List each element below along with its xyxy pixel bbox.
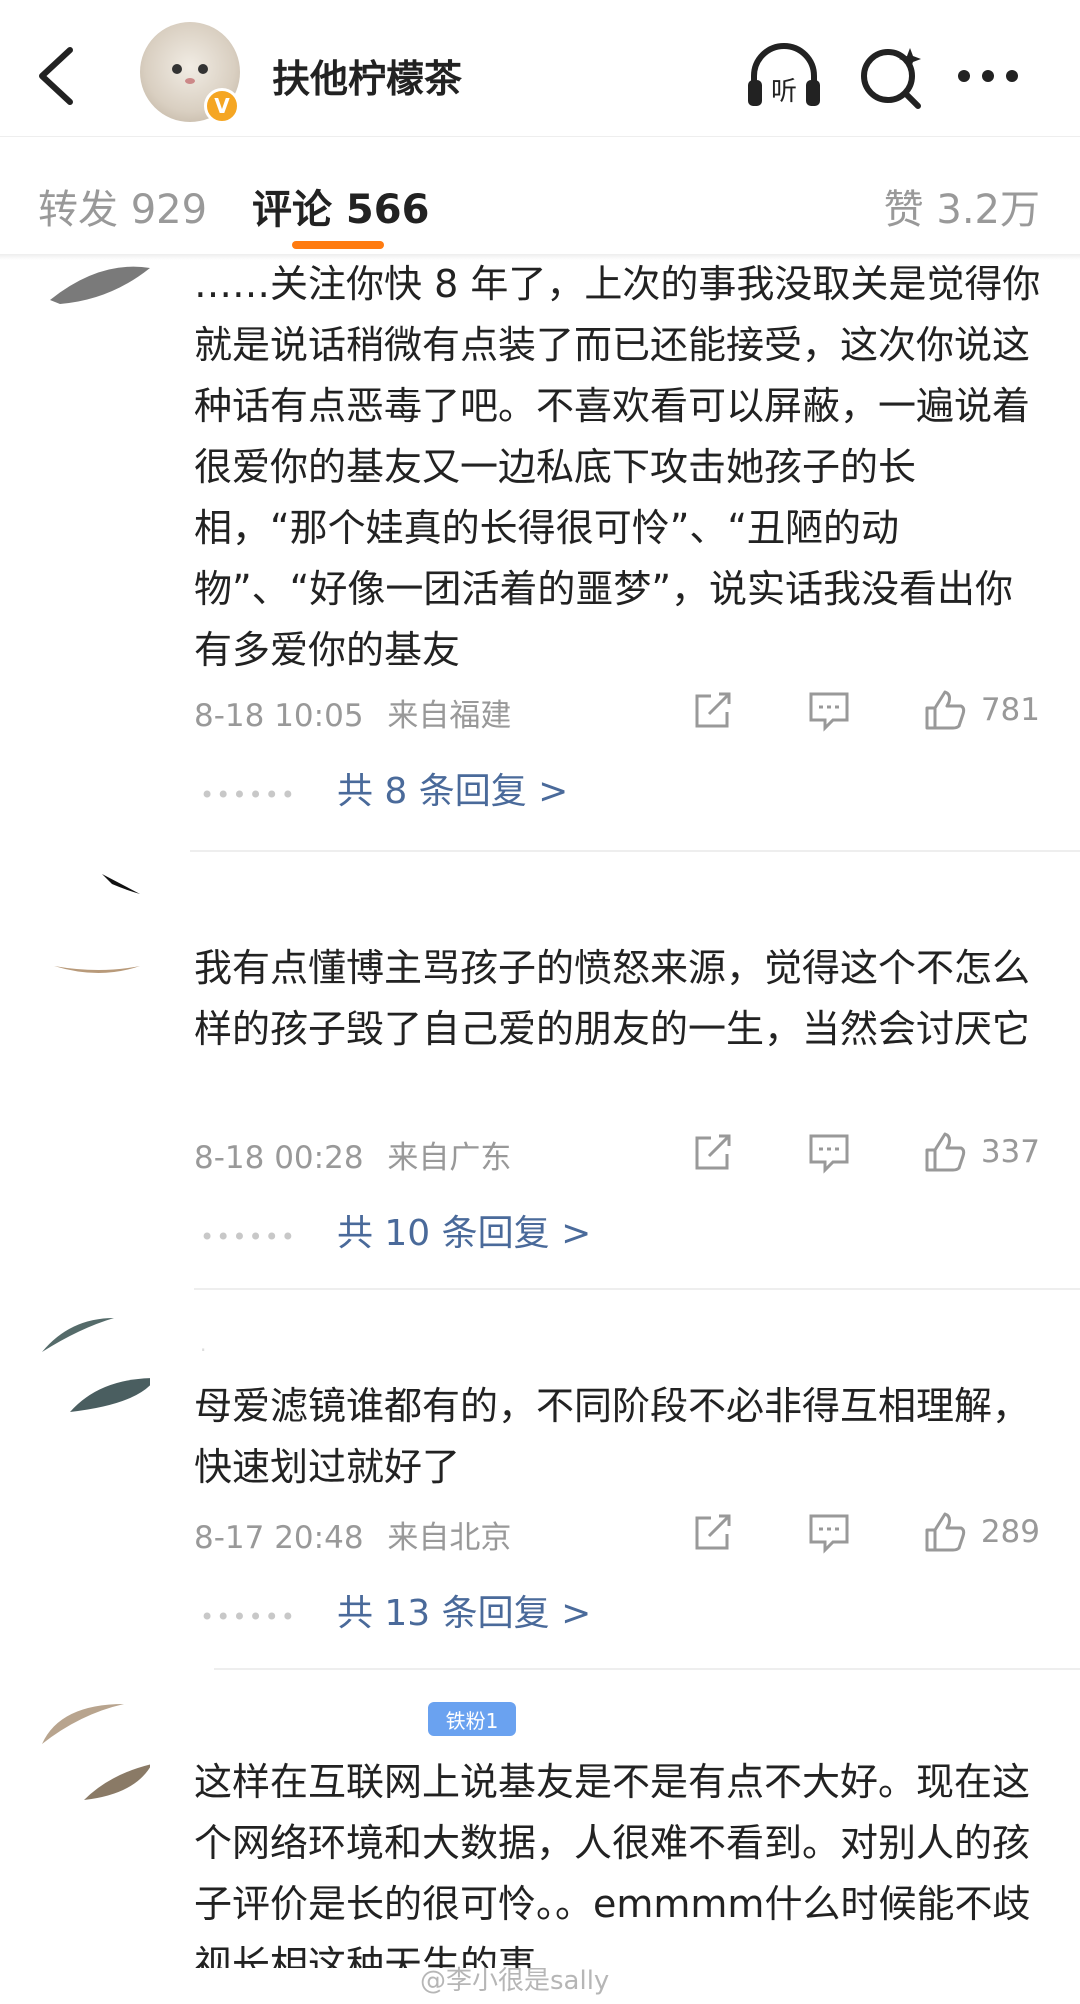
username[interactable]: 扶他柠檬茶 <box>272 48 462 103</box>
dots-icon: •••••• <box>200 1603 297 1631</box>
view-replies-link[interactable]: •••••• 共 13 条回复 > <box>200 1584 591 1636</box>
tab-like[interactable]: 赞 3.2万 <box>884 177 1040 235</box>
tab-comment[interactable]: 评论 566 <box>252 177 429 235</box>
divider <box>214 1668 1080 1670</box>
share-icon[interactable] <box>691 1130 735 1174</box>
like-icon[interactable] <box>923 1510 967 1554</box>
like-count: 337 <box>980 1134 1040 1170</box>
like-icon[interactable] <box>923 1130 967 1174</box>
comment-text: 母爱滤镜谁都有的，不同阶段不必非得互相理解，快速划过就好了 <box>194 1384 1031 1489</box>
divider <box>190 850 1080 852</box>
dots-icon: •••••• <box>200 781 297 809</box>
comment-meta: 8-18 10:05 来自福建 <box>194 690 511 735</box>
comment-text: 我有点懂博主骂孩子的愤怒来源，觉得这个不怎么样的孩子毁了自己爱的朋友的一生，当然… <box>194 946 1031 1051</box>
svg-text:听: 听 <box>771 77 797 107</box>
comment-meta: 8-18 00:28 来自广东 <box>194 1132 511 1177</box>
comment-avatar[interactable] <box>40 240 150 350</box>
view-replies-link[interactable]: •••••• 共 8 条回复 > <box>200 762 568 814</box>
like-count: 781 <box>980 692 1040 728</box>
dots-icon: •••••• <box>200 1223 297 1251</box>
comment-time: 8-17 20:48 <box>194 1520 364 1556</box>
share-icon[interactable] <box>691 1510 735 1554</box>
comment-avatar[interactable] <box>40 870 150 980</box>
search-icon[interactable] <box>852 40 932 112</box>
comment-icon[interactable] <box>807 1130 851 1174</box>
view-replies-link[interactable]: •••••• 共 10 条回复 > <box>200 1204 591 1256</box>
back-icon[interactable] <box>30 44 82 108</box>
faded-username: · <box>200 1338 215 1362</box>
comment-icon[interactable] <box>807 1510 851 1554</box>
more-icon[interactable] <box>948 40 1028 112</box>
divider <box>194 1288 1080 1290</box>
comment-text: 这样在互联网上说基友是不是有点不大好。现在这个网络环境和大数据，人很难不看到。对… <box>194 1760 1031 1968</box>
fan-badge: 铁粉1 <box>428 1702 516 1736</box>
listen-icon[interactable]: 听 <box>744 40 824 112</box>
comment-time: 8-18 00:28 <box>194 1140 364 1176</box>
like-icon[interactable] <box>923 688 967 732</box>
verified-badge: V <box>204 88 240 124</box>
comment-avatar[interactable] <box>40 1308 150 1418</box>
top-bar: V 扶他柠檬茶 听 <box>0 0 1080 136</box>
comment-icon[interactable] <box>807 688 851 732</box>
comment-actions: 289 <box>619 1510 1040 1554</box>
tab-bar: 转发 929 评论 566 赞 3.2万 <box>0 136 1080 255</box>
tab-repost[interactable]: 转发 929 <box>38 177 207 235</box>
reply-count-text: 共 8 条回复 > <box>336 771 569 812</box>
comment-location: 来自福建 <box>387 698 512 734</box>
comment-time: 8-18 10:05 <box>194 698 364 734</box>
comment-avatar[interactable] <box>40 1690 150 1800</box>
reply-count-text: 共 13 条回复 > <box>336 1593 592 1634</box>
comment-location: 来自广东 <box>387 1140 512 1176</box>
comment-location: 来自北京 <box>387 1520 512 1556</box>
share-icon[interactable] <box>691 688 735 732</box>
comment-actions: 781 <box>619 688 1040 732</box>
active-tab-indicator <box>292 241 384 249</box>
reply-count-text: 共 10 条回复 > <box>336 1213 592 1254</box>
watermark: @李小很是sally <box>420 1966 610 1996</box>
comment-text: ……关注你快 8 年了，上次的事我没取关是觉得你就是说话稍微有点装了而已还能接受… <box>194 262 1041 672</box>
like-count: 289 <box>980 1514 1040 1550</box>
comment-meta: 8-17 20:48 来自北京 <box>194 1512 511 1557</box>
comment-actions: 337 <box>619 1130 1040 1174</box>
